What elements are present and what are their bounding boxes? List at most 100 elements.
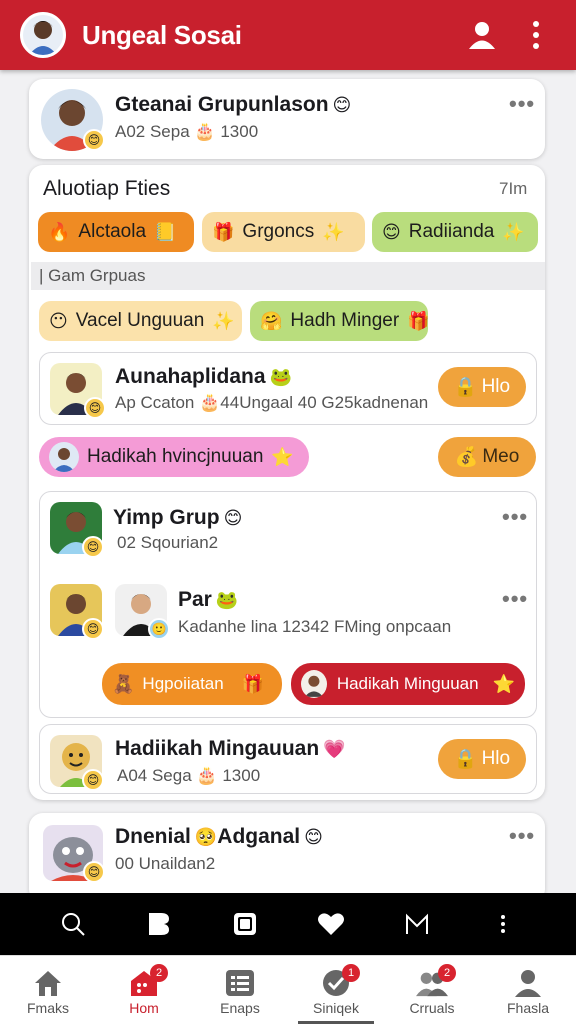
post-author-name: Dnenial 🥺Adganal 😊	[115, 825, 323, 849]
member-row[interactable]: 😊 Hadiikah Mingauuan 💗 A04 Sega 🎂 1300 🔒 …	[39, 724, 537, 794]
nav-label: Hom	[129, 1000, 159, 1016]
user-icon[interactable]	[462, 15, 502, 55]
post-meta: A02 Sepa 🎂 1300	[115, 122, 258, 142]
heart-icon[interactable]	[311, 904, 351, 944]
tag-label: Grgoncs	[242, 221, 315, 242]
more-options-icon[interactable]: •••	[502, 586, 528, 612]
cake-icon: 🎂	[199, 393, 221, 412]
more-options-icon[interactable]: •••	[509, 823, 535, 849]
member-meta: Ap Ccaton 🎂44Ungaal 40 G25kadnenan	[115, 393, 428, 413]
nav-item-crruals[interactable]: 2 Crruals	[384, 956, 480, 1024]
post-author-last: Adganal	[217, 825, 301, 848]
member-meta-post: 1300	[222, 766, 261, 785]
more-options-icon[interactable]: •••	[509, 91, 535, 117]
hlo-button[interactable]: 🔒 Hlo	[438, 739, 526, 779]
button-avatar	[301, 670, 327, 698]
pink-tag-hadikah[interactable]: Hadikah hvincjnuuan ⭐	[39, 437, 309, 477]
nav-item-fhasla[interactable]: Fhasla	[480, 956, 576, 1024]
post-meta-date: A02 Sepa	[115, 122, 190, 141]
bear-icon: 🧸	[112, 673, 135, 694]
hlo-button[interactable]: 🔒 Hlo	[438, 367, 526, 407]
section-label: | Gam Grpuas	[31, 262, 545, 290]
group-tag-vacel[interactable]: 😶 Vacel Unguuan ✨	[39, 301, 242, 341]
group-icon: 2	[416, 964, 456, 998]
cake-icon: 🎂	[196, 766, 218, 785]
nav-item-fmaks[interactable]: Fmaks	[0, 956, 96, 1024]
search-icon[interactable]	[53, 904, 93, 944]
activity-title: Aluotiap Fties	[43, 177, 171, 200]
member-meta-post: 44Ungaal 40 G25kadnenan	[220, 393, 429, 412]
nav-label: Crruals	[409, 1000, 455, 1016]
section-label-text: Gam Grpuas	[48, 266, 146, 285]
nav-label: Fhasla	[506, 1000, 550, 1016]
hadikah-minguuan-button[interactable]: Hadikah Minguuan ⭐	[291, 663, 525, 705]
gift-icon: 🎁	[407, 310, 430, 331]
gift-icon: 🎁	[212, 221, 235, 242]
profile-avatar[interactable]	[20, 12, 66, 58]
post-author-label: Gteanai Grupunlason	[115, 93, 329, 116]
app-header: Ungeal Sosai	[0, 0, 576, 70]
app-title: Ungeal Sosai	[82, 19, 242, 50]
smile-icon: 😊	[382, 221, 401, 242]
smile-emoji-icon: 😊	[332, 94, 352, 115]
member-name: Hadiikah Mingauuan 💗	[115, 737, 346, 761]
sparkle-icon: ✨	[502, 221, 525, 242]
tag-alctaola[interactable]: 🔥 Alctaola 📒	[38, 212, 194, 252]
smile-badge-icon: 😊	[83, 129, 105, 151]
group-sub: 02 Sqourian2	[117, 533, 219, 552]
nav-item-hom[interactable]: 2 Hom	[96, 956, 192, 1024]
more-vertical-icon[interactable]	[516, 15, 556, 55]
member-meta-pre: A04 Sega	[117, 766, 192, 785]
post-author-name: Gteanai Grupunlason 😊	[115, 93, 351, 117]
member-name-label: Aunahaplidana	[115, 365, 266, 388]
member-row[interactable]: 😊 Aunahaplidana 🐸 Ap Ccaton 🎂44Ungaal 40 …	[39, 352, 537, 425]
par-name-label: Par	[178, 588, 212, 611]
post-card-top[interactable]: 😊 Gteanai Grupunlason 😊 A02 Sepa 🎂 1300 •…	[29, 79, 545, 159]
post-card-bottom[interactable]: 😊 Dnenial 🥺Adganal 😊 00 Unaildan2 •••	[29, 813, 545, 903]
star-icon: ⭐	[271, 446, 294, 467]
person-icon	[512, 968, 544, 998]
hgpoiiatan-button[interactable]: 🧸 Hgpoiiatan 🎁	[102, 663, 282, 705]
square-icon[interactable]	[225, 904, 265, 944]
m-icon[interactable]	[397, 904, 437, 944]
hadikah-minguuan-label: Hadikah Minguuan	[336, 674, 479, 693]
tag-label: Radiianda	[408, 221, 495, 242]
notification-badge: 1	[342, 964, 360, 982]
b-icon[interactable]	[139, 904, 179, 944]
fire-icon: 🔥	[48, 221, 71, 242]
check-icon: 1	[320, 964, 360, 998]
lock-icon: 🔒	[453, 377, 478, 398]
notification-badge: 2	[150, 964, 168, 982]
smile-badge-icon: 😊	[82, 536, 104, 558]
member-name-label: Hadiikah Mingauuan	[115, 737, 320, 760]
post-meta-count: 1300	[220, 122, 259, 141]
nav-item-enaps[interactable]: Enaps	[192, 956, 288, 1024]
activity-time: 7Im	[499, 179, 528, 198]
tag-radiianda[interactable]: 😊 Radiianda ✨	[372, 212, 538, 252]
post-meta: 00 Unaildan2	[115, 854, 216, 873]
tag-label: Vacel Unguuan	[75, 310, 205, 331]
sparkle-icon: ✨	[212, 310, 235, 331]
face-icon: 😶	[49, 310, 68, 331]
tag-grgoncs[interactable]: 🎁 Grgoncs ✨	[202, 212, 365, 252]
nav-label: Siniqek	[313, 1000, 359, 1016]
cake-icon: 🎂	[194, 122, 216, 141]
home-icon	[32, 968, 64, 998]
hlo-button-label: Hlo	[481, 376, 511, 397]
frog-icon: 🐸	[269, 366, 292, 387]
group-card[interactable]: 😊 Yimp Grup 😊 02 Sqourian2 ••• 😊 🙂 Par 🐸 K…	[39, 491, 537, 718]
pleading-emoji-icon: 🥺	[194, 826, 218, 847]
meo-button[interactable]: 💰 Meo	[438, 437, 536, 477]
tag-avatar	[49, 442, 79, 472]
smile-emoji-icon: 😊	[223, 507, 243, 528]
bottom-nav: Fmaks 2 Hom Enaps 1 Siniqek 2 Crruals Fh…	[0, 955, 576, 1024]
sparkle-icon: ✨	[322, 221, 345, 242]
nav-label: Fmaks	[27, 1000, 69, 1016]
group-name: Yimp Grup 😊	[113, 506, 242, 530]
face-badge-icon: 🙂	[148, 618, 170, 640]
nav-item-siniqek[interactable]: 1 Siniqek	[288, 956, 384, 1024]
more-options-icon[interactable]: •••	[502, 504, 528, 530]
more-vertical-icon[interactable]	[483, 904, 523, 944]
smile-badge-icon: 😊	[82, 769, 104, 791]
group-tag-hadh[interactable]: 🤗 Hadh Minger 🎁	[250, 301, 430, 341]
